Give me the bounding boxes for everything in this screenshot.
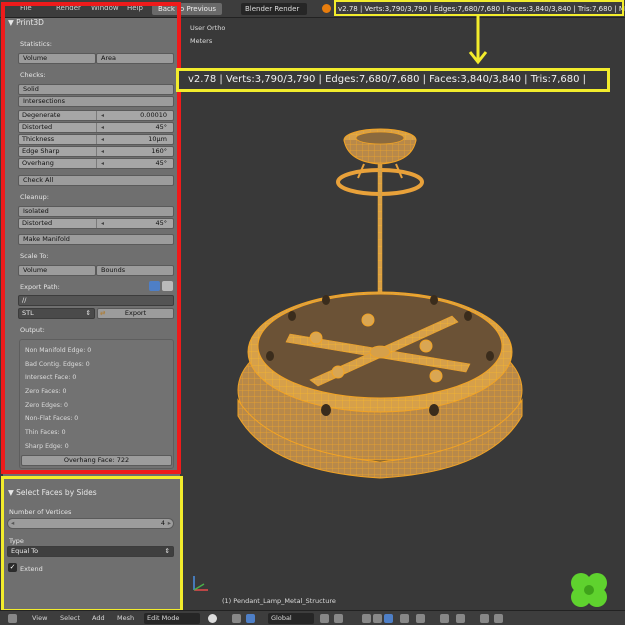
units-label: Meters	[190, 37, 213, 45]
layers-icon[interactable]	[320, 614, 329, 623]
clover-logo-icon	[571, 573, 607, 607]
mode-select[interactable]: Edit Mode	[144, 613, 200, 624]
callout-arrow	[468, 16, 488, 65]
pendant-lamp-mesh	[237, 128, 523, 479]
blender-logo-icon	[322, 4, 331, 13]
callout-stats: v2.78 | Verts:3,790/3,790 | Edges:7,680/…	[188, 74, 587, 85]
menu-view[interactable]: View	[32, 614, 47, 622]
render-anim-icon[interactable]	[494, 614, 503, 623]
stats-callout: v2.78 | Verts:3,790/3,790 | Edges:7,680/…	[176, 68, 610, 92]
operator-highlight-frame	[1, 476, 183, 612]
viewport-header: View Select Add Mesh Edit Mode Global	[0, 610, 625, 625]
active-object-name: (1) Pendant_Lamp_Metal_Structure	[222, 597, 336, 605]
render-engine-select[interactable]: Blender Render	[241, 3, 307, 15]
edge-select-icon[interactable]	[373, 614, 382, 623]
snap-icon[interactable]	[440, 614, 449, 623]
menu-select[interactable]: Select	[60, 614, 80, 622]
editor-type-icon[interactable]	[8, 614, 17, 623]
orientation-select[interactable]: Global	[268, 613, 314, 624]
snap-target-icon[interactable]	[456, 614, 465, 623]
face-select-icon[interactable]	[384, 614, 393, 623]
proportional-icon[interactable]	[416, 614, 425, 623]
occlude-icon[interactable]	[400, 614, 409, 623]
print3d-highlight-frame	[1, 2, 181, 474]
axis-gizmo-icon	[193, 576, 208, 591]
shading-icon[interactable]	[208, 614, 217, 623]
layers-icon[interactable]	[334, 614, 343, 623]
manipulator-icon[interactable]	[246, 614, 255, 623]
stats-highlight-frame	[334, 0, 624, 16]
render-icon[interactable]	[480, 614, 489, 623]
view-name: User Ortho	[190, 24, 226, 32]
menu-mesh[interactable]: Mesh	[117, 614, 134, 622]
menu-add[interactable]: Add	[92, 614, 105, 622]
vertex-select-icon[interactable]	[362, 614, 371, 623]
pivot-icon[interactable]	[232, 614, 241, 623]
